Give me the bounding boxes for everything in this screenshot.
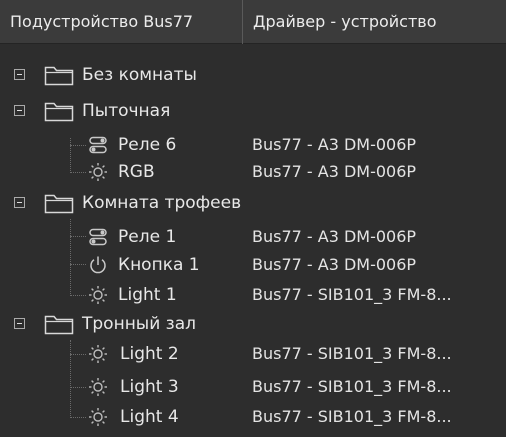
- device-label: Реле 1: [118, 227, 177, 247]
- light-icon: [89, 408, 107, 426]
- driver-label: Bus77 - SIB101_3 FM-8...: [252, 407, 452, 426]
- room-label: Тронный зал: [82, 314, 197, 334]
- device-row[interactable]: Реле 6 Bus77 - A3 DM-006P: [0, 130, 506, 160]
- driver-label: Bus77 - A3 DM-006P: [252, 135, 417, 154]
- room-label: Без комнаты: [82, 65, 197, 85]
- device-tree: Без комнаты Пыточная Реле 6 Bus77 - A3 D…: [0, 44, 506, 437]
- light-icon: [89, 163, 107, 181]
- device-row[interactable]: Light 4 Bus77 - SIB101_3 FM-8...: [0, 402, 506, 432]
- power-button-icon: [90, 256, 106, 274]
- device-row[interactable]: Light 2 Bus77 - SIB101_3 FM-8...: [0, 339, 506, 369]
- light-icon: [89, 286, 107, 304]
- column-header-device[interactable]: Подустройство Bus77: [0, 0, 243, 44]
- folder-icon: [44, 102, 74, 122]
- collapse-toggle[interactable]: [14, 105, 25, 116]
- tree-header: Подустройство Bus77 Драйвер - устройство: [0, 0, 506, 44]
- driver-label: Bus77 - A3 DM-006P: [252, 227, 417, 246]
- relay-icon: [89, 228, 107, 246]
- device-row[interactable]: Кнопка 1 Bus77 - A3 DM-006P: [0, 250, 506, 280]
- device-label: Реле 6: [118, 135, 177, 155]
- driver-label: Bus77 - A3 DM-006P: [252, 255, 417, 274]
- device-label: Light 1: [118, 285, 177, 305]
- device-row[interactable]: Light 1 Bus77 - SIB101_3 FM-8...: [0, 280, 506, 310]
- device-row[interactable]: RGB Bus77 - A3 DM-006P: [0, 157, 506, 187]
- folder-icon: [44, 194, 74, 214]
- relay-icon: [89, 136, 107, 154]
- device-label: RGB: [118, 162, 155, 182]
- room-label: Пыточная: [82, 101, 171, 121]
- folder-icon: [44, 315, 74, 335]
- column-header-driver[interactable]: Драйвер - устройство: [243, 0, 506, 44]
- device-label: Light 4: [120, 407, 179, 427]
- room-label: Комната трофеев: [82, 193, 242, 213]
- device-row[interactable]: Light 3 Bus77 - SIB101_3 FM-8...: [0, 372, 506, 402]
- driver-label: Bus77 - SIB101_3 FM-8...: [252, 377, 452, 396]
- room-row[interactable]: Тронный зал: [0, 309, 506, 339]
- collapse-toggle[interactable]: [14, 318, 25, 329]
- light-icon: [89, 378, 107, 396]
- room-row[interactable]: Без комнаты: [0, 60, 506, 90]
- driver-label: Bus77 - SIB101_3 FM-8...: [252, 285, 452, 304]
- room-row[interactable]: Комната трофеев: [0, 188, 506, 218]
- collapse-toggle[interactable]: [14, 69, 25, 80]
- driver-label: Bus77 - A3 DM-006P: [252, 162, 417, 181]
- device-label: Light 2: [120, 344, 179, 364]
- room-row[interactable]: Пыточная: [0, 96, 506, 126]
- device-row[interactable]: Реле 1 Bus77 - A3 DM-006P: [0, 222, 506, 252]
- folder-icon: [44, 66, 74, 86]
- light-icon: [89, 345, 107, 363]
- collapse-toggle[interactable]: [14, 197, 25, 208]
- device-label: Кнопка 1: [118, 255, 200, 275]
- driver-label: Bus77 - SIB101_3 FM-8...: [252, 344, 452, 363]
- device-label: Light 3: [120, 377, 179, 397]
